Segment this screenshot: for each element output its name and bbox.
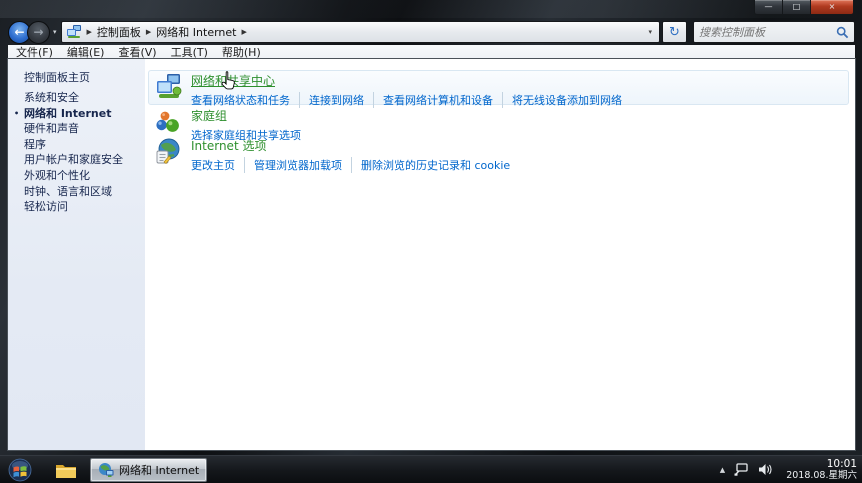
network-tray-icon[interactable]	[734, 463, 749, 476]
sidebar-item-clock-language[interactable]: 时钟、语言和区域	[8, 184, 145, 200]
desktop-screen: — □ × ← → ▾ ▶ 控制面板 ▶ 网络和 Internet ▶ ▾ ↻ …	[0, 0, 862, 483]
address-history-dropdown[interactable]: ▾	[645, 28, 655, 36]
window-caption-buttons: — □ ×	[754, 0, 854, 15]
sidebar-item-control-panel-home[interactable]: 控制面板主页	[24, 69, 90, 85]
menu-tools[interactable]: 工具(T)	[171, 44, 208, 60]
sidebar-item-hardware-sound[interactable]: 硬件和声音	[8, 121, 145, 137]
link-delete-history-cookies[interactable]: 删除浏览的历史记录和 cookie	[351, 157, 510, 173]
link-add-wireless-device[interactable]: 将无线设备添加到网络	[502, 92, 622, 108]
sidebar: 控制面板主页 系统和安全 • 网络和 Internet 硬件和声音 程序 用户帐户…	[8, 59, 145, 450]
sidebar-category-list: 系统和安全 • 网络和 Internet 硬件和声音 程序 用户帐户和家庭安全 外…	[8, 90, 145, 215]
volume-tray-icon[interactable]	[758, 463, 772, 476]
system-tray: ▲ 10:01 2018.08.星期六	[720, 457, 862, 481]
task-links: 更改主页 管理浏览器加载项 删除浏览的历史记录和 cookie	[191, 157, 510, 173]
network-sharing-center-icon	[157, 74, 182, 98]
breadcrumb-arrow-icon: ▶	[86, 28, 92, 36]
window-content: 控制面板主页 系统和安全 • 网络和 Internet 硬件和声音 程序 用户帐户…	[8, 59, 855, 450]
folder-icon	[56, 464, 76, 478]
task-button-label: 网络和 Internet	[119, 463, 200, 477]
minimize-icon: —	[764, 2, 773, 11]
main-pane: 网络和共享中心 查看网络状态和任务 连接到网络 查看网络计算机和设备 将无线设备…	[145, 59, 855, 450]
forward-button[interactable]: →	[27, 20, 50, 44]
close-icon: ×	[828, 2, 836, 11]
sidebar-item-system-security[interactable]: 系统和安全	[8, 90, 145, 106]
network-favicon-icon	[66, 25, 81, 38]
forward-icon: →	[33, 25, 44, 39]
minimize-button[interactable]: —	[754, 0, 783, 15]
refresh-button[interactable]: ↻	[662, 21, 687, 43]
taskbar-explorer-button[interactable]	[48, 457, 84, 483]
link-network-sharing-center[interactable]: 网络和共享中心	[191, 72, 622, 89]
task-links: 查看网络状态和任务 连接到网络 查看网络计算机和设备 将无线设备添加到网络	[191, 92, 622, 108]
breadcrumb-network-internet[interactable]: 网络和 Internet	[156, 24, 236, 40]
refresh-icon: ↻	[669, 24, 680, 40]
menu-bar: 文件(F) 编辑(E) 查看(V) 工具(T) 帮助(H)	[8, 45, 855, 59]
menu-file[interactable]: 文件(F)	[16, 44, 53, 60]
link-view-network-status[interactable]: 查看网络状态和任务	[191, 92, 290, 108]
taskbar-app-network-internet[interactable]: 网络和 Internet	[90, 457, 208, 482]
sidebar-item-network-internet[interactable]: • 网络和 Internet	[8, 106, 145, 122]
breadcrumb-arrow-icon: ▶	[241, 28, 247, 36]
internet-options-icon	[156, 138, 180, 165]
control-panel-window: — □ × ← → ▾ ▶ 控制面板 ▶ 网络和 Internet ▶ ▾ ↻ …	[0, 0, 862, 455]
category-network-sharing-center: 网络和共享中心 查看网络状态和任务 连接到网络 查看网络计算机和设备 将无线设备…	[155, 72, 622, 108]
navigation-bar: ← → ▾ ▶ 控制面板 ▶ 网络和 Internet ▶ ▾ ↻	[8, 19, 855, 45]
sidebar-item-programs[interactable]: 程序	[8, 137, 145, 153]
menu-help[interactable]: 帮助(H)	[222, 44, 261, 60]
close-button[interactable]: ×	[810, 0, 854, 15]
clock-date: 2018.08.星期六	[786, 469, 857, 481]
menu-edit[interactable]: 编辑(E)	[67, 44, 105, 60]
breadcrumb-control-panel[interactable]: 控制面板	[97, 24, 141, 40]
homegroup-icon	[156, 111, 179, 132]
active-bullet-icon: •	[14, 108, 20, 118]
network-internet-app-icon	[99, 462, 114, 477]
link-connect-to-network[interactable]: 连接到网络	[299, 92, 364, 108]
menu-view[interactable]: 查看(V)	[118, 44, 156, 60]
maximize-button[interactable]: □	[783, 0, 810, 15]
address-bar[interactable]: ▶ 控制面板 ▶ 网络和 Internet ▶ ▾	[60, 21, 660, 43]
back-icon: ←	[14, 25, 25, 39]
link-internet-options[interactable]: Internet 选项	[191, 137, 510, 154]
taskbar-clock[interactable]: 10:01 2018.08.星期六	[781, 457, 857, 481]
clock-time: 10:01	[826, 457, 857, 470]
show-hidden-icons-button[interactable]: ▲	[720, 466, 725, 474]
sidebar-item-ease-of-access[interactable]: 轻松访问	[8, 199, 145, 215]
maximize-icon: □	[792, 2, 801, 11]
search-box	[693, 21, 855, 43]
link-manage-browser-addons[interactable]: 管理浏览器加载项	[244, 157, 342, 173]
start-button[interactable]	[8, 458, 32, 482]
sidebar-item-user-accounts[interactable]: 用户帐户和家庭安全	[8, 152, 145, 168]
taskbar: 网络和 Internet ▲ 10:01 2018.08.星期六	[0, 455, 862, 483]
sidebar-item-appearance[interactable]: 外观和个性化	[8, 168, 145, 184]
search-input[interactable]	[699, 25, 836, 39]
search-icon	[836, 26, 849, 38]
link-view-network-computers[interactable]: 查看网络计算机和设备	[373, 92, 493, 108]
link-change-homepage[interactable]: 更改主页	[191, 157, 235, 173]
link-homegroup[interactable]: 家庭组	[191, 107, 301, 124]
recent-pages-dropdown[interactable]: ▾	[53, 28, 57, 36]
breadcrumb-arrow-icon: ▶	[145, 28, 152, 36]
category-internet-options: Internet 选项 更改主页 管理浏览器加载项 删除浏览的历史记录和 coo…	[155, 137, 510, 173]
